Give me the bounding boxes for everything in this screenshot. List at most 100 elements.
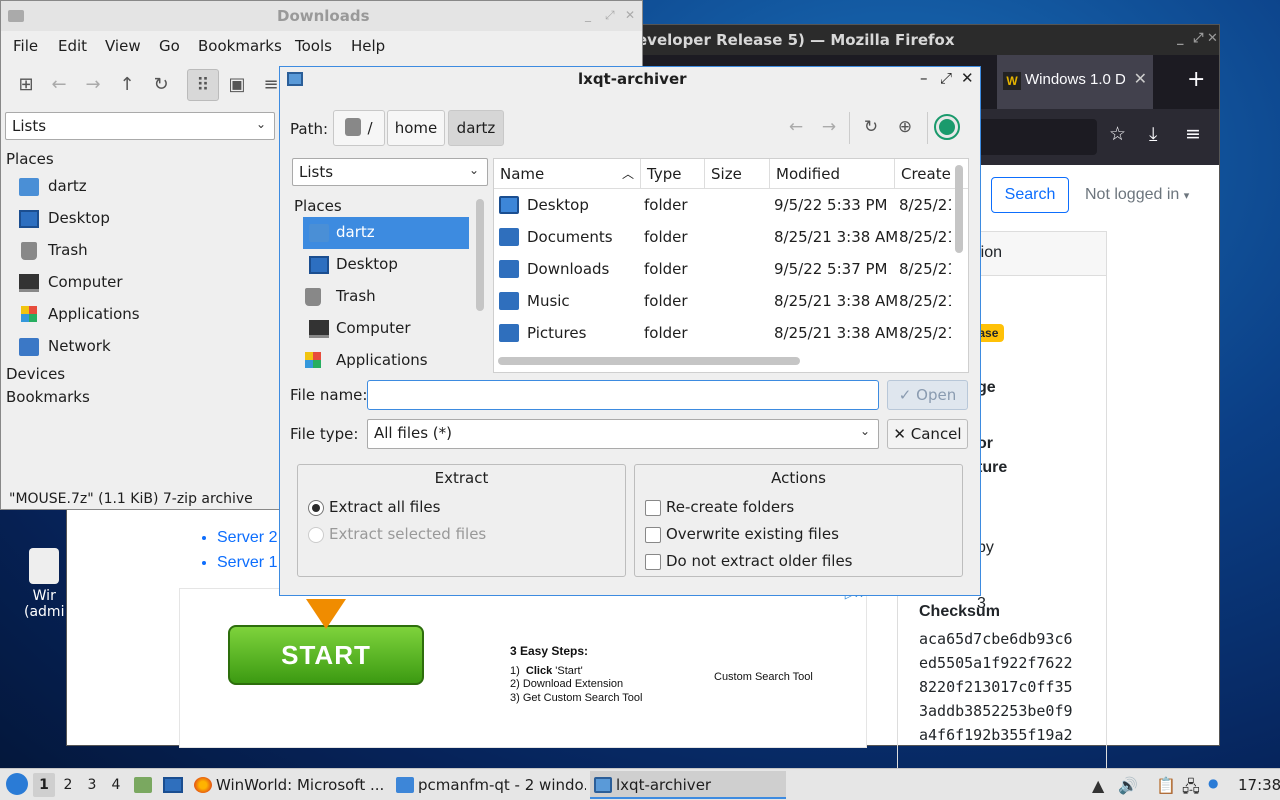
radio-label: Extract all files: [329, 498, 441, 516]
crumb-dartz[interactable]: dartz: [448, 110, 504, 146]
cancel-button[interactable]: ✕ Cancel: [887, 419, 968, 449]
devices-header[interactable]: Devices: [6, 365, 65, 383]
task-firefox[interactable]: WinWorld: Microsoft ...: [190, 771, 384, 799]
clipboard-icon[interactable]: 📋: [1156, 776, 1176, 795]
column-type[interactable]: Type: [641, 159, 705, 189]
menu-edit[interactable]: Edit: [58, 37, 87, 55]
close-icon[interactable]: ✕: [625, 8, 635, 22]
new-tab-icon[interactable]: ⊞: [10, 69, 42, 101]
login-dropdown[interactable]: Not logged in ▾: [1085, 186, 1189, 204]
app-menu-icon[interactable]: [6, 773, 28, 795]
tab-close-icon[interactable]: ✕: [1134, 69, 1147, 89]
side-pane-mode-select[interactable]: Lists ⌄: [5, 112, 275, 140]
checksum-line: 3addb3852253be0f9: [919, 702, 1073, 720]
file-list-hscrollbar[interactable]: [498, 357, 800, 365]
forward-icon[interactable]: →: [817, 117, 841, 137]
taskbar: 1 2 3 4 WinWorld: Microsoft ... pcmanfm-…: [0, 768, 1280, 800]
place-trash[interactable]: Trash: [303, 281, 469, 313]
new-tab-icon[interactable]: +: [1187, 67, 1205, 92]
place-home[interactable]: dartz: [303, 217, 469, 249]
menu-view[interactable]: View: [105, 37, 141, 55]
column-modified[interactable]: Modified: [770, 159, 895, 189]
bookmarks-header[interactable]: Bookmarks: [6, 388, 90, 406]
file-list[interactable]: Name ︿ Type Size Modified Create Desktop …: [493, 158, 969, 373]
notification-icon[interactable]: ●: [1208, 776, 1218, 790]
file-manager-titlebar[interactable]: Downloads _ ⤢ ✕: [1, 1, 642, 31]
back-icon[interactable]: ←: [784, 117, 808, 137]
workspace-1[interactable]: 1: [33, 773, 55, 797]
firefox-tab[interactable]: W Windows 1.0 DR 5 ✕: [997, 55, 1153, 109]
menu-help[interactable]: Help: [351, 37, 385, 55]
icon-view-icon[interactable]: ⠿: [187, 69, 219, 101]
x-icon: ✕: [893, 425, 906, 443]
task-pcmanfm[interactable]: pcmanfm-qt - 2 windo...: [392, 771, 586, 799]
places-scrollbar[interactable]: [476, 199, 484, 311]
reload-icon[interactable]: ↻: [859, 117, 883, 137]
maximize-icon[interactable]: ⤢: [605, 8, 615, 23]
close-icon[interactable]: ✕: [1207, 31, 1218, 46]
menu-file[interactable]: File: [13, 37, 38, 55]
column-size[interactable]: Size: [705, 159, 770, 189]
maximize-icon[interactable]: ⤢: [940, 69, 952, 87]
volume-icon[interactable]: 🔊: [1118, 776, 1138, 795]
reload-icon[interactable]: ↻: [145, 69, 177, 101]
open-button[interactable]: ✓ Open: [887, 380, 968, 410]
downloads-icon[interactable]: ⤓: [1149, 123, 1157, 145]
menu-icon[interactable]: ≡: [1185, 123, 1201, 145]
advertisement[interactable]: ▷✕ START 3 Easy Steps: 1) Click 'Start' …: [179, 587, 867, 748]
tray-arrow-icon[interactable]: ▲: [1092, 776, 1104, 795]
desktop-shortcut[interactable]: Wir (admi: [24, 548, 64, 620]
archiver-dialog[interactable]: lxqt-archiver – ⤢ ✕ Path: / home dartz ←…: [279, 66, 981, 596]
table-row[interactable]: Downloads folder 9/5/22 5:37 PM 8/25/21: [494, 253, 968, 285]
forward-icon[interactable]: →: [77, 69, 109, 101]
minimize-icon[interactable]: –: [920, 69, 928, 87]
task-archiver[interactable]: lxqt-archiver: [590, 771, 786, 799]
column-name[interactable]: Name ︿: [494, 159, 641, 189]
show-desktop-icon[interactable]: [163, 777, 183, 793]
network-tray-icon[interactable]: 🖧: [1182, 776, 1200, 800]
thumbnail-view-icon[interactable]: ▣: [221, 69, 253, 101]
start-button[interactable]: START: [228, 625, 424, 685]
file-name-input[interactable]: [367, 380, 879, 410]
menu-tools[interactable]: Tools: [295, 37, 332, 55]
step-rest: 'Start': [555, 664, 583, 677]
workspace-4[interactable]: 4: [105, 773, 127, 797]
file-type-select[interactable]: All files (*) ⌄: [367, 419, 879, 449]
side-pane-mode-select[interactable]: Lists ⌄: [292, 158, 488, 186]
checksum-line: a4f6f192b355f19a2: [919, 726, 1073, 744]
place-label: Applications: [336, 351, 428, 369]
step-3: 3) Get Custom Search Tool: [510, 691, 643, 704]
server-link[interactable]: Server 2: [217, 525, 277, 550]
dialog-titlebar[interactable]: lxqt-archiver – ⤢ ✕: [280, 67, 980, 91]
files-launcher-icon[interactable]: [134, 777, 152, 793]
table-row[interactable]: Desktop folder 9/5/22 5:33 PM 8/25/21: [494, 189, 968, 221]
back-icon[interactable]: ←: [43, 69, 75, 101]
table-row[interactable]: Music folder 8/25/21 3:38 AM 8/25/21: [494, 285, 968, 317]
up-icon[interactable]: ↑: [111, 69, 143, 101]
workspace-3[interactable]: 3: [81, 773, 103, 797]
maximize-icon[interactable]: ⤢: [1193, 31, 1203, 46]
crumb-home[interactable]: home: [387, 110, 445, 146]
place-label: Computer: [48, 273, 123, 291]
new-folder-icon[interactable]: ⊕: [893, 117, 917, 137]
table-row[interactable]: Pictures folder 8/25/21 3:38 AM 8/25/21: [494, 317, 968, 349]
place-desktop[interactable]: Desktop: [303, 249, 469, 281]
places-header: Places: [294, 197, 342, 215]
menu-go[interactable]: Go: [159, 37, 180, 55]
bookmark-star-icon[interactable]: ☆: [1109, 123, 1126, 145]
table-row[interactable]: Documents folder 8/25/21 3:38 AM 8/25/21: [494, 221, 968, 253]
settings-icon[interactable]: [934, 114, 960, 140]
menu-bookmarks[interactable]: Bookmarks: [198, 37, 282, 55]
close-icon[interactable]: ✕: [961, 69, 974, 87]
checkbox-unchecked-icon: [645, 527, 661, 543]
minimize-icon[interactable]: _: [585, 8, 591, 22]
file-list-vscrollbar[interactable]: [955, 165, 963, 253]
search-button[interactable]: Search: [991, 177, 1069, 213]
place-computer[interactable]: Computer: [303, 313, 469, 345]
minimize-icon[interactable]: _: [1177, 31, 1184, 46]
crumb-root[interactable]: /: [333, 110, 385, 146]
server-link[interactable]: Server 1: [217, 550, 277, 575]
clock[interactable]: 17:38: [1238, 769, 1280, 800]
workspace-2[interactable]: 2: [57, 773, 79, 797]
place-applications[interactable]: Applications: [303, 345, 469, 377]
